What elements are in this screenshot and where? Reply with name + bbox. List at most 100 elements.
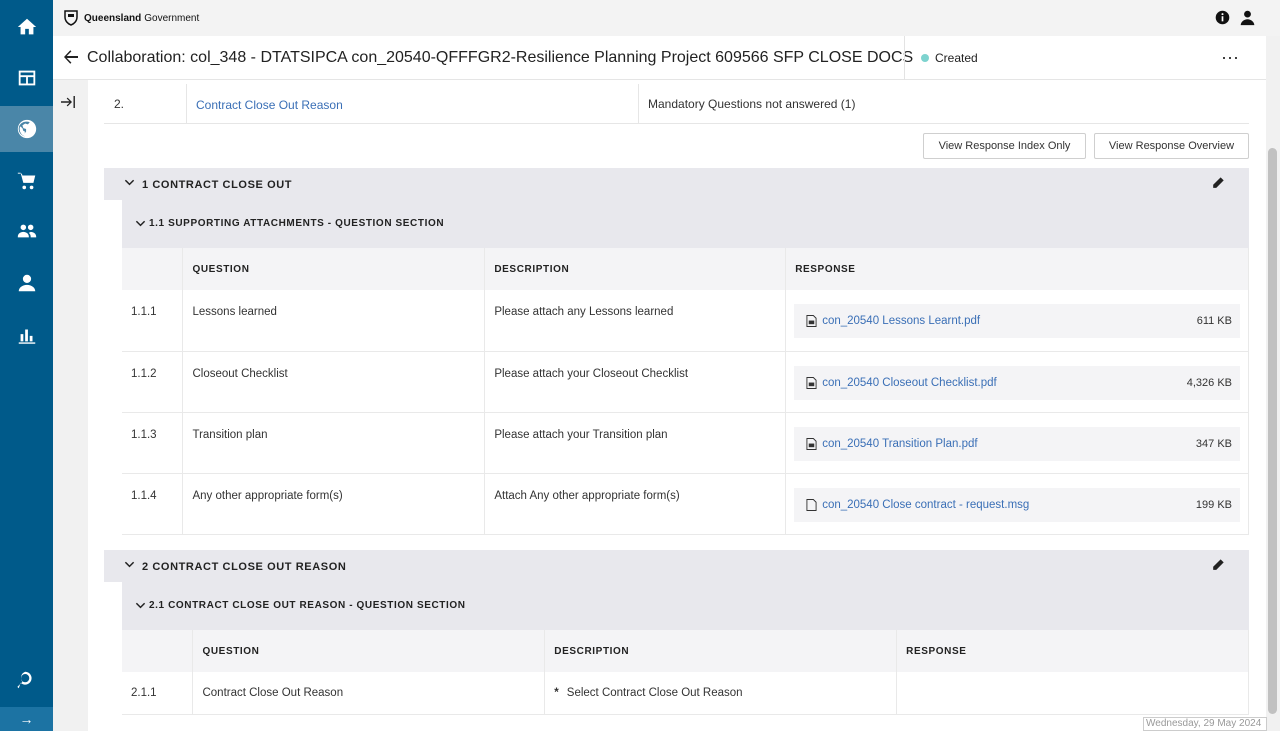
question-number: 1.1.1: [122, 290, 184, 352]
question-number: 1.1.4: [122, 473, 184, 535]
attachment-file[interactable]: con_20540 Transition Plan.pdf 347 KB: [794, 426, 1240, 461]
brand-name-rest: Government: [144, 12, 200, 24]
section-contract-close-out[interactable]: 1 CONTRACT CLOSE OUT: [104, 168, 1249, 200]
attachment-file-size: 347 KB: [1195, 437, 1232, 450]
attachment-file-size: 4,326 KB: [1186, 376, 1232, 389]
left-gutter: [53, 80, 88, 731]
subsection-supporting-attachments[interactable]: 1.1 SUPPORTING ATTACHMENTS - QUESTION SE…: [122, 200, 1249, 248]
edit-pencil-icon[interactable]: [1211, 558, 1225, 572]
expand-panel-icon[interactable]: [60, 94, 76, 110]
title-bar: Collaboration: col_348 - DTATSIPCA con_2…: [53, 36, 1266, 80]
table-row: 1.1.1 Lessons learned Please attach any …: [122, 290, 1249, 352]
group-icon: [17, 224, 36, 238]
pdf-file-icon: [806, 315, 817, 327]
attachment-file-size: 199 KB: [1195, 498, 1232, 511]
cart-icon: [17, 172, 35, 190]
expand-rail-arrow-icon[interactable]: →: [0, 707, 53, 731]
col-question: QUESTION: [182, 248, 486, 290]
table-header-row: QUESTION DESCRIPTION RESPONSE: [122, 630, 1249, 672]
footer-date: Wednesday, 29 May 2024: [1143, 717, 1267, 731]
subsection-title: 1.1 SUPPORTING ATTACHMENTS - QUESTION SE…: [149, 218, 445, 229]
question-text: Contract Close Out Reason: [192, 672, 546, 715]
col-response: RESPONSE: [785, 248, 1249, 290]
summary-row-link[interactable]: Contract Close Out Reason: [187, 84, 639, 123]
question-description: Please attach any Lessons learned: [484, 290, 787, 352]
col-number: [122, 630, 194, 672]
brand-name-bold: Queensland: [84, 12, 142, 24]
left-nav-rail: →: [0, 0, 53, 731]
qld-crest-icon: [64, 10, 78, 26]
summary-row-number: 2.: [104, 84, 187, 123]
nav-groups[interactable]: [0, 208, 53, 254]
back-arrow-icon[interactable]: [63, 49, 79, 65]
attachment-file[interactable]: con_20540 Lessons Learnt.pdf 611 KB: [794, 304, 1240, 338]
attachment-file-size: 611 KB: [1196, 315, 1232, 327]
nav-search[interactable]: [0, 657, 53, 703]
chevron-down-icon[interactable]: [124, 177, 135, 188]
col-response: RESPONSE: [896, 630, 1249, 672]
question-number: 1.1.3: [122, 412, 184, 474]
question-number: 2.1.1: [122, 672, 194, 715]
response-cell: con_20540 Closeout Checklist.pdf 4,326 K…: [785, 351, 1249, 413]
summary-row: 2. Contract Close Out Reason Mandatory Q…: [104, 84, 1249, 124]
attachment-file-name[interactable]: con_20540 Transition Plan.pdf: [822, 438, 1196, 450]
view-response-overview-button[interactable]: View Response Overview: [1094, 133, 1249, 159]
table-row: 1.1.3 Transition plan Please attach your…: [122, 412, 1249, 474]
question-description: Please attach your Closeout Checklist: [484, 351, 787, 413]
top-bar: Queensland Government: [53, 0, 1280, 36]
pdf-file-icon: [806, 437, 817, 450]
table-row: 2.1.1 Contract Close Out Reason * Select …: [122, 672, 1249, 715]
nav-profile[interactable]: [0, 260, 53, 306]
question-text: Lessons learned: [182, 290, 486, 352]
attachment-file[interactable]: con_20540 Closeout Checklist.pdf 4,326 K…: [794, 365, 1240, 400]
dashboard-icon: [18, 70, 35, 86]
question-text: Any other appropriate form(s): [182, 473, 486, 535]
status-text: Created: [935, 51, 978, 65]
view-response-index-only-button[interactable]: View Response Index Only: [923, 133, 1086, 159]
required-asterisk: *: [554, 687, 559, 699]
status-dot: [921, 54, 929, 62]
section-title: 1 CONTRACT CLOSE OUT: [142, 179, 293, 191]
chevron-down-icon[interactable]: [135, 600, 146, 611]
home-icon: [17, 18, 36, 35]
attachments-question-table: QUESTION DESCRIPTION RESPONSE 1.1.1 Less…: [122, 248, 1249, 535]
nav-reports[interactable]: [0, 312, 53, 358]
question-description: Attach Any other appropriate form(s): [484, 473, 787, 535]
subsection-close-out-reason[interactable]: 2.1 CONTRACT CLOSE OUT REASON - QUESTION…: [122, 582, 1249, 630]
summary-row-note: Mandatory Questions not answered (1): [648, 97, 856, 111]
attachment-file[interactable]: con_20540 Close contract - request.msg 1…: [794, 487, 1240, 522]
response-cell: con_20540 Close contract - request.msg 1…: [785, 473, 1249, 535]
col-number: [122, 248, 184, 290]
scrollbar-thumb[interactable]: [1268, 148, 1277, 714]
col-description: DESCRIPTION: [484, 248, 787, 290]
table-header-row: QUESTION DESCRIPTION RESPONSE: [122, 248, 1249, 290]
question-description: Select Contract Close Out Reason: [566, 687, 743, 699]
question-text: Transition plan: [182, 412, 486, 474]
more-options-icon[interactable]: ⋯: [1221, 48, 1240, 69]
question-text: Closeout Checklist: [182, 351, 486, 413]
document-file-icon: [806, 498, 817, 511]
col-description: DESCRIPTION: [544, 630, 898, 672]
edit-pencil-icon[interactable]: [1211, 176, 1225, 190]
info-icon[interactable]: [1214, 9, 1231, 26]
status-badge: Created: [904, 36, 978, 80]
nav-shopping-cart[interactable]: [0, 158, 53, 204]
attachment-file-name[interactable]: con_20540 Lessons Learnt.pdf: [822, 315, 1197, 327]
nav-home[interactable]: [0, 4, 53, 50]
attachment-file-name[interactable]: con_20540 Closeout Checklist.pdf: [822, 377, 1187, 389]
section-contract-close-out-reason[interactable]: 2 CONTRACT CLOSE OUT REASON: [104, 550, 1249, 582]
table-row: 1.1.2 Closeout Checklist Please attach y…: [122, 351, 1249, 413]
nav-dashboard[interactable]: [0, 55, 53, 101]
col-question: QUESTION: [192, 630, 546, 672]
chevron-down-icon[interactable]: [124, 559, 135, 570]
response-cell: con_20540 Lessons Learnt.pdf 611 KB: [785, 290, 1249, 352]
nav-collaboration[interactable]: [0, 106, 53, 152]
response-cell[interactable]: [896, 672, 1249, 715]
chevron-down-icon[interactable]: [135, 218, 146, 229]
pdf-file-icon: [806, 376, 817, 389]
account-user-icon[interactable]: [1239, 9, 1256, 26]
question-description: Please attach your Transition plan: [484, 412, 787, 474]
table-row: 1.1.4 Any other appropriate form(s) Atta…: [122, 473, 1249, 535]
attachment-file-name[interactable]: con_20540 Close contract - request.msg: [822, 499, 1196, 511]
subsection-title: 2.1 CONTRACT CLOSE OUT REASON - QUESTION…: [149, 600, 466, 611]
